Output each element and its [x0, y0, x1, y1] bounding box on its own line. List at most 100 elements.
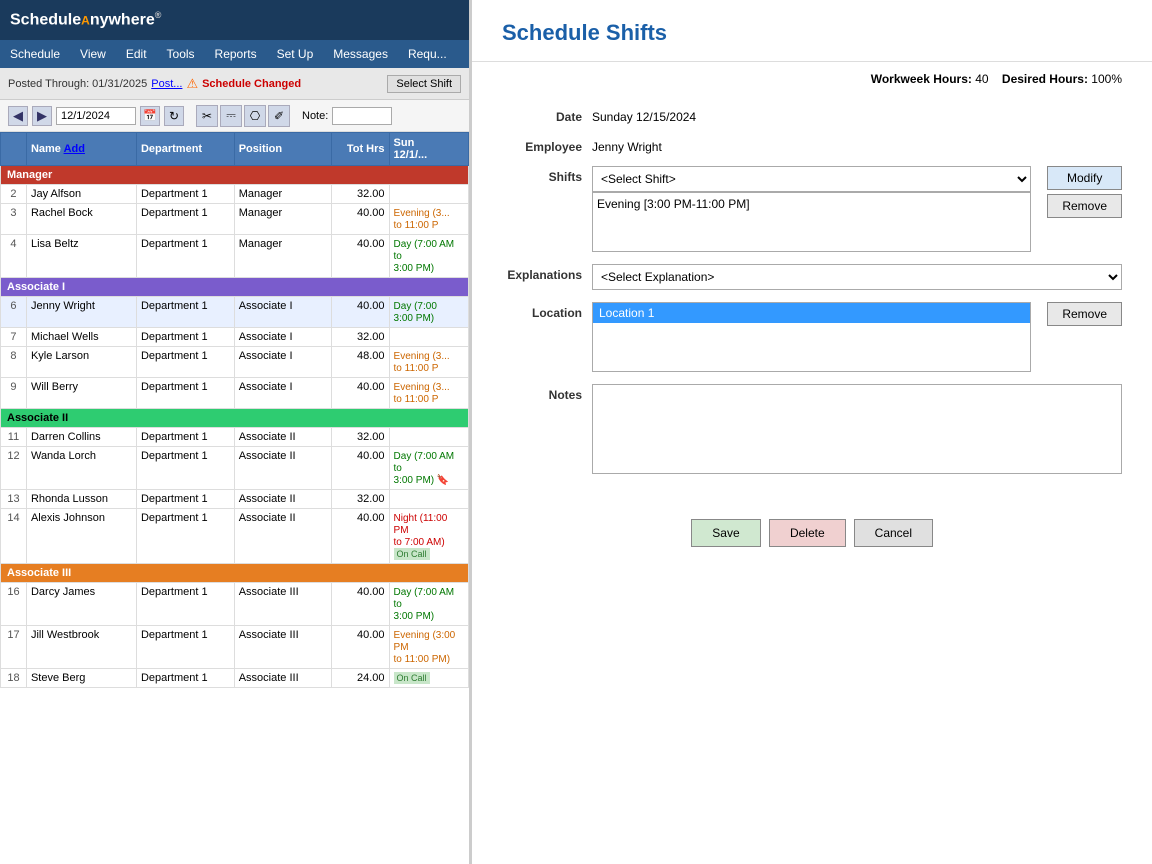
- row-dept: Department 1: [136, 509, 234, 564]
- nav-view[interactable]: View: [70, 40, 116, 68]
- notes-textarea[interactable]: [592, 384, 1122, 474]
- shifts-label: Shifts: [502, 166, 592, 184]
- shifts-select[interactable]: <Select Shift> Day (7:00 AM to 3:00 PM) …: [592, 166, 1031, 192]
- row-shift: Evening (3...to 11:00 P: [389, 347, 468, 378]
- col-tothrs: Tot Hrs: [332, 133, 389, 166]
- row-tot: 40.00: [332, 509, 389, 564]
- row-shift: [389, 185, 468, 204]
- row-dept: Department 1: [136, 428, 234, 447]
- add-link[interactable]: Add: [64, 143, 85, 155]
- notes-label: Notes: [502, 384, 592, 402]
- nav-messages[interactable]: Messages: [323, 40, 398, 68]
- explanations-select[interactable]: <Select Explanation>: [592, 264, 1122, 290]
- row-shift: On Call: [389, 669, 468, 688]
- row-shift: Day (7:00 AM to3:00 PM): [389, 235, 468, 278]
- posted-through-label: Posted Through: 01/31/2025: [8, 78, 147, 90]
- remove-location-button[interactable]: Remove: [1047, 302, 1122, 326]
- modify-button[interactable]: Modify: [1047, 166, 1122, 190]
- form-section: Date Sunday 12/15/2024 Employee Jenny Wr…: [472, 96, 1152, 499]
- row-dept: Department 1: [136, 204, 234, 235]
- row-shift: Evening (3...to 11:00 P: [389, 378, 468, 409]
- explanations-label: Explanations: [502, 264, 592, 282]
- row-name: Will Berry: [26, 378, 136, 409]
- select-shift-button[interactable]: Select Shift: [387, 75, 461, 93]
- explanations-row: Explanations <Select Explanation>: [502, 264, 1122, 290]
- copy-icon[interactable]: ⎓: [220, 105, 242, 127]
- row-dept: Department 1: [136, 328, 234, 347]
- calendar-icon[interactable]: 📅: [140, 106, 160, 126]
- table-row: 2 Jay Alfson Department 1 Manager 32.00: [1, 185, 469, 204]
- row-name: Alexis Johnson: [26, 509, 136, 564]
- delete-button[interactable]: Delete: [769, 519, 846, 547]
- paste-icon[interactable]: ⎔: [244, 105, 266, 127]
- row-num: 14: [1, 509, 27, 564]
- location-controls: Remove: [1039, 302, 1122, 326]
- row-tot: 48.00: [332, 347, 389, 378]
- row-tot: 40.00: [332, 235, 389, 278]
- row-name: Kyle Larson: [26, 347, 136, 378]
- row-dept: Department 1: [136, 583, 234, 626]
- row-dept: Department 1: [136, 626, 234, 669]
- row-num: 6: [1, 297, 27, 328]
- location-row: Location Location 1 Remove: [502, 302, 1122, 372]
- explanations-input-area: <Select Explanation>: [592, 264, 1122, 290]
- date-toolbar: ◀ ▶ 📅 ↻ ✂ ⎓ ⎔ ✐ Note:: [0, 100, 469, 132]
- row-pos: Associate II: [234, 447, 332, 490]
- row-shift: [389, 490, 468, 509]
- nav-setup[interactable]: Set Up: [267, 40, 324, 68]
- row-pos: Associate III: [234, 583, 332, 626]
- employee-label: Employee: [502, 136, 592, 154]
- group-manager: Manager: [1, 166, 469, 185]
- group-manager-label: Manager: [1, 166, 469, 185]
- table-row: 9 Will Berry Department 1 Associate I 40…: [1, 378, 469, 409]
- row-pos: Manager: [234, 185, 332, 204]
- toolbar: Posted Through: 01/31/2025 Post... ⚠ Sch…: [0, 68, 469, 100]
- clear-icon[interactable]: ✐: [268, 105, 290, 127]
- row-pos: Associate II: [234, 428, 332, 447]
- prev-arrow[interactable]: ◀: [8, 106, 28, 126]
- row-pos: Associate III: [234, 626, 332, 669]
- schedule-table: Name Add Department Position Tot Hrs Sun…: [0, 132, 469, 688]
- table-row: 17 Jill Westbrook Department 1 Associate…: [1, 626, 469, 669]
- row-name: Wanda Lorch: [26, 447, 136, 490]
- post-link[interactable]: Post...: [151, 78, 182, 90]
- refresh-icon[interactable]: ↻: [164, 106, 184, 126]
- row-name: Rhonda Lusson: [26, 490, 136, 509]
- row-num: 4: [1, 235, 27, 278]
- save-button[interactable]: Save: [691, 519, 761, 547]
- shift-listbox: Evening [3:00 PM-11:00 PM]: [592, 192, 1031, 252]
- row-pos: Manager: [234, 235, 332, 278]
- date-input[interactable]: [56, 107, 136, 125]
- cancel-button[interactable]: Cancel: [854, 519, 933, 547]
- nav-requ[interactable]: Requ...: [398, 40, 457, 68]
- group-associate3: Associate III: [1, 564, 469, 583]
- note-input[interactable]: [332, 107, 392, 125]
- row-tot: 32.00: [332, 428, 389, 447]
- location-with-button: Location 1 Remove: [592, 302, 1122, 372]
- shift-text: Day (7:003:00 PM): [394, 301, 437, 324]
- nav-schedule[interactable]: Schedule: [0, 40, 70, 68]
- workweek-hours-value: 40: [975, 72, 988, 86]
- row-tot: 40.00: [332, 378, 389, 409]
- row-dept: Department 1: [136, 669, 234, 688]
- row-tot: 32.00: [332, 328, 389, 347]
- row-dept: Department 1: [136, 490, 234, 509]
- remove-shift-button[interactable]: Remove: [1047, 194, 1122, 218]
- shift-text: Day (7:00 AM to3:00 PM): [394, 239, 455, 274]
- next-arrow[interactable]: ▶: [32, 106, 52, 126]
- location-listbox: Location 1: [592, 302, 1031, 372]
- location-label: Location: [502, 302, 592, 320]
- group-associate3-label: Associate III: [1, 564, 469, 583]
- row-name: Darren Collins: [26, 428, 136, 447]
- row-pos: Associate I: [234, 378, 332, 409]
- cut-icon[interactable]: ✂: [196, 105, 218, 127]
- row-name: Jenny Wright: [26, 297, 136, 328]
- nav-tools[interactable]: Tools: [157, 40, 205, 68]
- table-row: 12 Wanda Lorch Department 1 Associate II…: [1, 447, 469, 490]
- row-shift: [389, 428, 468, 447]
- nav-reports[interactable]: Reports: [205, 40, 267, 68]
- location-item-selected[interactable]: Location 1: [593, 303, 1030, 323]
- nav-edit[interactable]: Edit: [116, 40, 157, 68]
- location-empty-space: [593, 323, 1030, 363]
- row-tot: 40.00: [332, 447, 389, 490]
